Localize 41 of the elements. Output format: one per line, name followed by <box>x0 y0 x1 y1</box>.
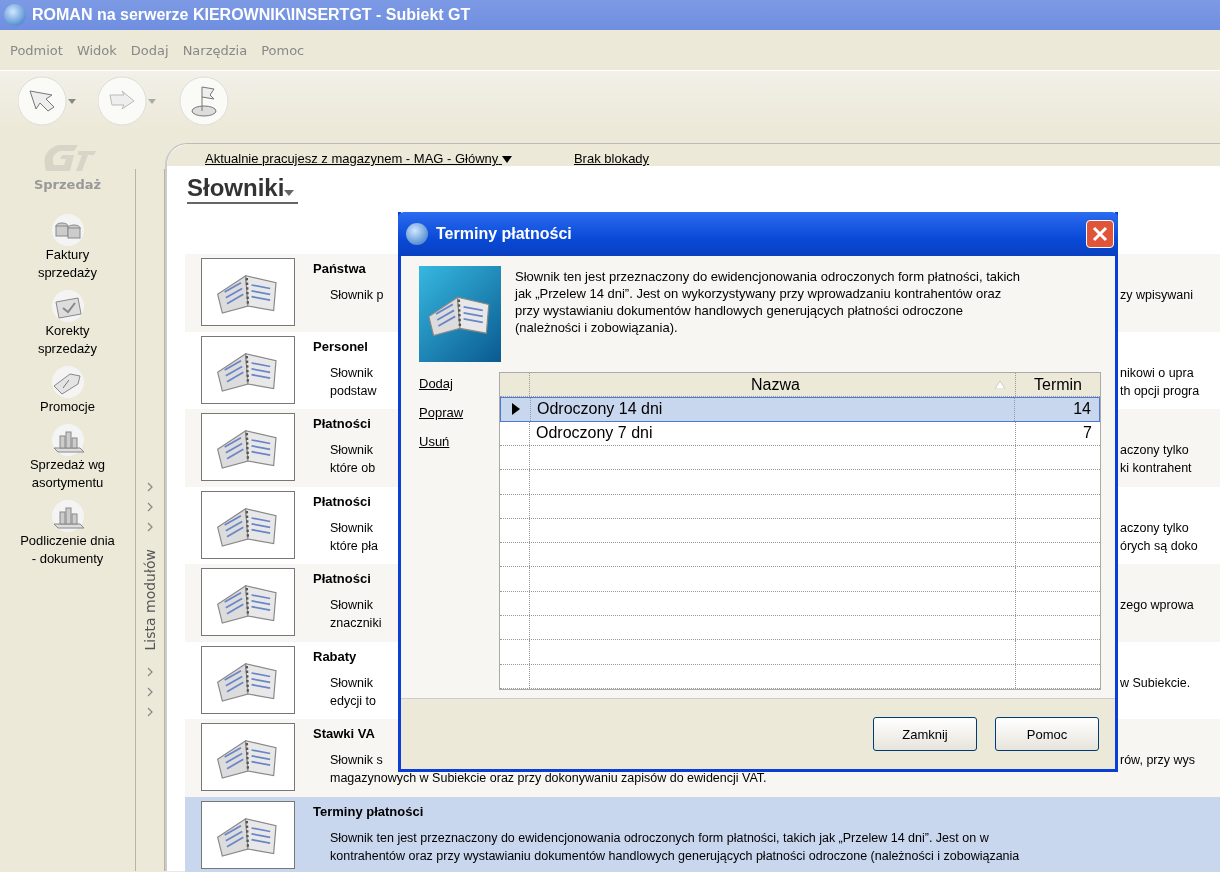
table-cell: Odroczony 14 dni <box>531 398 1015 421</box>
dictionary-title: Personel <box>313 338 368 354</box>
description-text: ki kontrahent <box>1120 461 1192 475</box>
description-text: órych są doko <box>1120 538 1198 553</box>
description-text: nikowi o upra <box>1120 365 1194 380</box>
description-text: rów, przy wys <box>1120 753 1195 767</box>
window-title: ROMAN na serwerze KIEROWNIK\INSERTGT - Subiekt GT <box>32 6 471 24</box>
dictionary-title: Płatności <box>313 571 371 586</box>
description-text: Słownik <box>330 675 374 692</box>
description-text: Słownik s <box>330 753 383 769</box>
table-cell: Odroczony 7 dni <box>530 421 1016 445</box>
description-text: Słownik <box>330 365 374 382</box>
description-text: zego wprowa <box>1120 598 1194 612</box>
description-text: zy wpisywani <box>1120 288 1193 302</box>
description-text: Słownik <box>330 443 374 459</box>
description-text: Słownik <box>330 520 374 537</box>
description-text: Słownik ten jest przeznaczony do ewidencjonowania odroczonych form płatności, takich jak „Przelew 14 dni”. Jest on w <box>330 830 989 847</box>
module-title: Sprzedaż <box>33 177 102 192</box>
description-text: magazynowych w Subiekcie oraz przy dokonywaniu zapisów do ewidencji VAT. <box>330 771 767 787</box>
description-text: Słownik <box>330 598 374 614</box>
description-text: th opcji progra <box>1120 383 1200 398</box>
description-text: aczony tylko <box>1120 520 1189 535</box>
dictionary-title: Rabaty <box>313 648 357 664</box>
dialog-title: Terminy płatności <box>436 225 572 243</box>
dictionary-title: Płatności <box>313 416 371 431</box>
description-text: które pła <box>330 538 378 555</box>
table-cell-text: 14 <box>1072 399 1092 420</box>
description-text: Słownik p <box>330 288 384 304</box>
dictionary-title: Terminy płatności <box>313 803 424 819</box>
dictionary-title: Płatności <box>313 493 371 509</box>
description-text: kontrahentów oraz przy wystawianiu dokumentów handlowych generujących płatności odroczone (należności i zobowiązania <box>330 848 1020 865</box>
dialog-description: Słownik ten jest przeznaczony do ewidencjonowania odroczonych form płatności, takich jak „Przelew 14 dni”. Jest on wykorzystywany przy wprowadzaniu kontrahentów oraz przy wystawianiu dokumentów handlowych generujących płatności odroczone (należności i zobowiązania). <box>515 268 1022 337</box>
description-text: edycji to <box>330 693 376 710</box>
dictionary-title: Państwa <box>313 261 366 276</box>
description-text: które ob <box>330 461 376 477</box>
dictionary-title: Stawki VA <box>313 726 375 741</box>
description-text: znaczniki <box>330 616 382 632</box>
table-cell-text: 7 <box>1082 423 1093 444</box>
description-text: aczony tylko <box>1120 443 1189 457</box>
description-text: w Subiekcie. <box>1120 675 1191 690</box>
description-text: podstaw <box>330 383 377 400</box>
